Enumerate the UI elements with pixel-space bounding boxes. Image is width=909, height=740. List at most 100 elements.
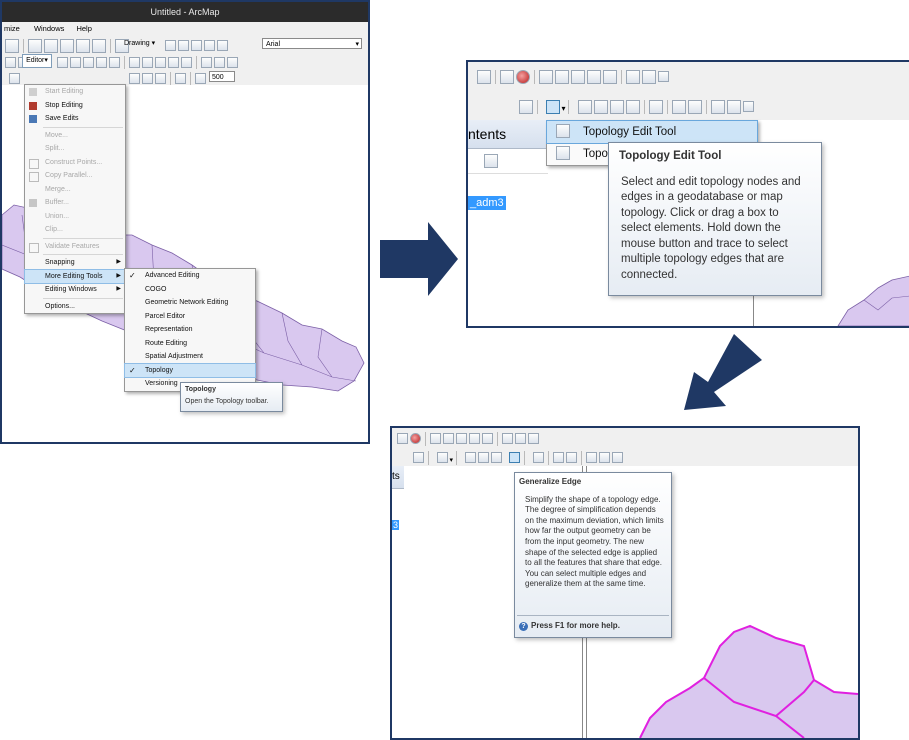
generalize-edge-icon[interactable]: [625, 99, 640, 114]
font-name-select[interactable]: Arial ▾: [262, 38, 362, 49]
topology-errors-icon[interactable]: [726, 99, 741, 114]
shared-features-icon[interactable]: [566, 452, 578, 464]
show-shared-icon[interactable]: [710, 99, 725, 114]
submenu-geometric-network-editing[interactable]: Geometric Network Editing: [125, 296, 255, 310]
split-tool-icon[interactable]: [168, 57, 179, 69]
toolbar-icon-c[interactable]: [456, 433, 467, 445]
topology-edit-tool-icon[interactable]: [437, 452, 449, 464]
align-edge-icon[interactable]: [609, 99, 624, 114]
menu-item-clip[interactable]: Clip...: [25, 223, 125, 237]
rotate-tool-icon[interactable]: [181, 57, 192, 69]
show-shared-icon[interactable]: [586, 452, 598, 464]
scatter-tool-icon[interactable]: [397, 433, 408, 445]
edit-annotation-icon[interactable]: [70, 57, 81, 69]
toc-layer-label[interactable]: _adm3: [468, 196, 506, 210]
validate-topology-icon[interactable]: [478, 452, 490, 464]
toolbar-options-icon[interactable]: [528, 433, 539, 445]
align-edge-icon[interactable]: [491, 452, 503, 464]
brush-icon[interactable]: [195, 73, 206, 85]
validate-topology-icon[interactable]: [593, 99, 608, 114]
topology-tool-d-icon[interactable]: [175, 73, 186, 85]
submenu-representation[interactable]: Representation: [125, 323, 255, 337]
globe-icon[interactable]: [410, 433, 421, 445]
menu-item-construct-points[interactable]: Construct Points...: [25, 156, 125, 170]
rectangle-icon[interactable]: [191, 40, 202, 52]
fix-topology-error-icon[interactable]: [533, 452, 545, 464]
menu-item-save-edits[interactable]: Save Edits: [25, 112, 125, 126]
toolbar-icon-g[interactable]: [642, 69, 656, 84]
submenu-topology[interactable]: ✓ Topology: [124, 362, 256, 378]
menu-item-merge[interactable]: Merge...: [25, 183, 125, 197]
straight-segment-icon[interactable]: [83, 57, 94, 69]
error-inspector-icon[interactable]: [553, 452, 565, 464]
globe-icon[interactable]: [516, 69, 530, 84]
toolbar-icon-a[interactable]: [430, 433, 441, 445]
list-by-drawing-order-icon[interactable]: [484, 154, 498, 168]
menu-help[interactable]: Help: [76, 24, 91, 33]
trace-icon[interactable]: [109, 57, 120, 69]
map-topology-icon[interactable]: [413, 452, 424, 464]
editor-menu-button[interactable]: Editor▾: [22, 54, 52, 68]
zoom-icon[interactable]: [5, 38, 19, 53]
line-tool-icon[interactable]: [477, 69, 491, 84]
toolbar-icon-d[interactable]: [469, 433, 480, 445]
cut-polygons-icon[interactable]: [155, 57, 166, 69]
menu-item-validate-features[interactable]: Validate Features: [25, 240, 125, 254]
scale-input[interactable]: 500: [209, 71, 235, 82]
edit-tool-icon[interactable]: [57, 57, 68, 69]
toolbar-icon-f[interactable]: [626, 69, 640, 84]
toolbar-icon-e[interactable]: [603, 69, 617, 84]
toolbar-icon-d[interactable]: [587, 69, 601, 84]
construct-features-icon[interactable]: [577, 99, 592, 114]
arctoolbox-icon[interactable]: [76, 38, 90, 53]
edit-vertices-icon[interactable]: [129, 57, 140, 69]
text-icon[interactable]: [204, 40, 215, 52]
menu-item-more-editing-tools[interactable]: More Editing Tools ▶: [24, 268, 126, 284]
menu-item-split[interactable]: Split...: [25, 142, 125, 156]
toolbar-options-icon[interactable]: [612, 452, 624, 464]
generalize-edge-icon[interactable]: [508, 452, 520, 464]
menu-item-stop-editing[interactable]: Stop Editing: [25, 99, 125, 113]
create-features-icon[interactable]: [227, 57, 238, 69]
menu-item-snapping[interactable]: Snapping ▶: [25, 256, 125, 270]
topology-tool-c-icon[interactable]: [155, 73, 166, 85]
topology-tool-a-icon[interactable]: [129, 73, 140, 85]
submenu-cogo[interactable]: COGO: [125, 283, 255, 297]
end-point-arc-icon[interactable]: [96, 57, 107, 69]
table-icon[interactable]: [28, 38, 42, 53]
sketch-properties-icon[interactable]: [214, 57, 225, 69]
submenu-parcel-editor[interactable]: Parcel Editor: [125, 310, 255, 324]
attributes-icon[interactable]: [201, 57, 212, 69]
reshape-icon[interactable]: [142, 57, 153, 69]
menu-item-editing-windows[interactable]: Editing Windows ▶: [25, 283, 125, 297]
search-window-icon[interactable]: [60, 38, 74, 53]
toolbar-icon-b[interactable]: [443, 433, 454, 445]
topology-tool-b-icon[interactable]: [142, 73, 153, 85]
scatter-tool-icon[interactable]: [500, 69, 514, 84]
fill-color-icon[interactable]: [217, 40, 228, 52]
drawing-menu[interactable]: Drawing ▾: [124, 39, 155, 47]
shared-features-icon[interactable]: [687, 99, 702, 114]
toolbar-icon-b[interactable]: [555, 69, 569, 84]
toolbar-icon-g[interactable]: [515, 433, 526, 445]
toolbar-options-icon[interactable]: [742, 101, 754, 113]
menu-item-start-editing[interactable]: Start Editing: [25, 85, 125, 99]
construct-features-icon[interactable]: [465, 452, 477, 464]
submenu-route-editing[interactable]: Route Editing: [125, 337, 255, 351]
fix-topology-error-icon[interactable]: [648, 99, 663, 114]
toolbar-options-icon[interactable]: [658, 71, 669, 83]
toolbar-icon-a[interactable]: [539, 69, 553, 84]
menu-windows[interactable]: Windows: [34, 24, 64, 33]
map-topology-icon[interactable]: [9, 73, 20, 85]
rotate-icon[interactable]: [178, 40, 189, 52]
topology-errors-icon[interactable]: [599, 452, 611, 464]
dropdown-item-topology-edit-tool[interactable]: Topology Edit Tool: [546, 120, 758, 144]
map-topology-icon[interactable]: [519, 99, 533, 114]
menu-item-copy-parallel[interactable]: Copy Parallel...: [25, 169, 125, 183]
submenu-spatial-adjustment[interactable]: Spatial Adjustment: [125, 350, 255, 364]
menu-customize[interactable]: mize: [4, 24, 20, 33]
toolbar-icon-f[interactable]: [502, 433, 513, 445]
topology-edit-tool-icon[interactable]: [546, 99, 561, 114]
python-icon[interactable]: [92, 38, 106, 53]
toc-layer-label[interactable]: 3: [392, 520, 400, 530]
